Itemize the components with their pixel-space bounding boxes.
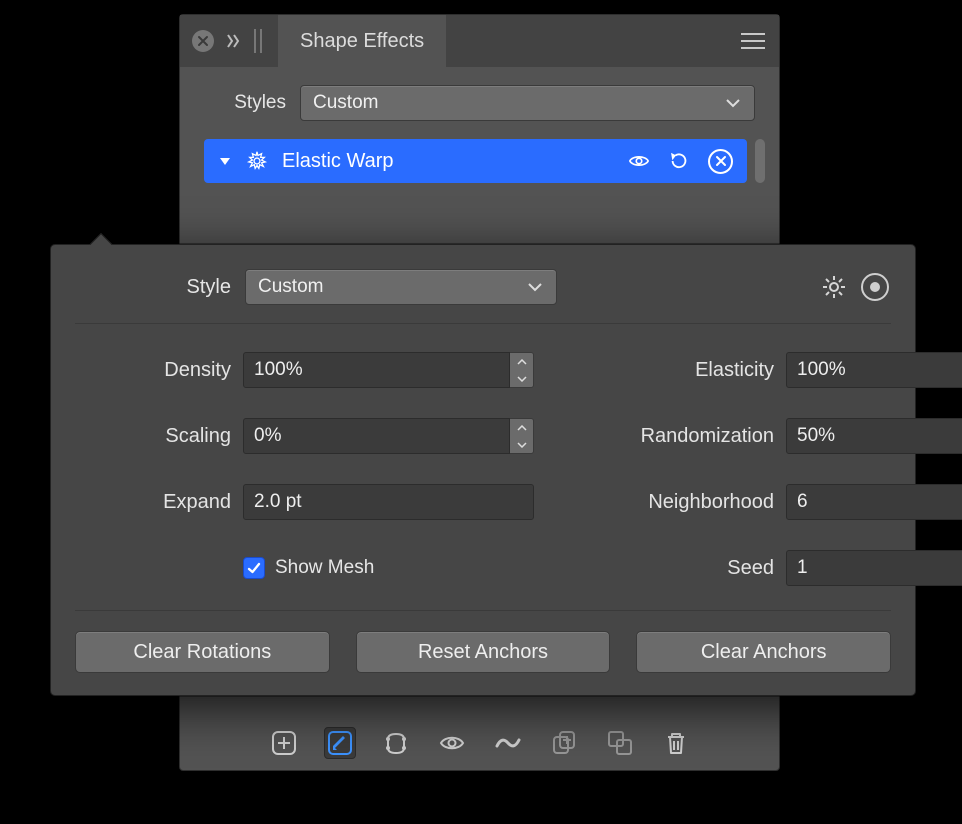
stepper-down-icon[interactable] — [510, 370, 533, 387]
reset-icon[interactable] — [668, 150, 690, 172]
elasticity-input[interactable] — [786, 352, 962, 388]
density-input[interactable] — [243, 352, 510, 388]
close-icon[interactable] — [192, 30, 214, 52]
trash-button[interactable] — [660, 727, 692, 759]
expand-field[interactable] — [243, 484, 534, 520]
popover-top-row: Style Custom — [51, 245, 915, 323]
style-label: Style — [77, 276, 231, 299]
stepper-up-icon[interactable] — [510, 419, 533, 436]
effects-scrollbar[interactable] — [755, 139, 765, 183]
wave-button[interactable] — [492, 727, 524, 759]
visibility-button[interactable] — [436, 727, 468, 759]
styles-label: Styles — [204, 92, 286, 114]
param-elasticity: Elasticity — [624, 352, 962, 388]
style-dropdown[interactable]: Custom — [245, 269, 557, 305]
scaling-stepper[interactable] — [510, 418, 534, 454]
add-effect-button[interactable] — [268, 727, 300, 759]
neighborhood-input[interactable] — [786, 484, 962, 520]
effect-layer-name: Elastic Warp — [282, 150, 614, 173]
param-density: Density — [81, 352, 534, 388]
parameters-grid: Density Elasticity Scaling — [51, 324, 915, 610]
seed-label: Seed — [624, 557, 774, 580]
density-stepper[interactable] — [510, 352, 534, 388]
effect-layer-row[interactable]: Elastic Warp — [204, 139, 747, 183]
disclosure-triangle-icon[interactable] — [218, 154, 232, 168]
remove-circle-icon[interactable] — [708, 149, 733, 174]
neighborhood-label: Neighborhood — [624, 491, 774, 514]
subtract-button[interactable] — [604, 727, 636, 759]
button-label: Clear Rotations — [133, 641, 271, 664]
stepper-up-icon[interactable] — [510, 353, 533, 370]
scaling-label: Scaling — [81, 425, 231, 448]
header-controls — [180, 15, 278, 67]
param-show-mesh: Show Mesh — [81, 550, 534, 586]
header-spacer — [446, 15, 727, 67]
edit-effect-button[interactable] — [324, 727, 356, 759]
chevron-down-icon — [526, 278, 544, 296]
chevron-down-icon — [724, 94, 742, 112]
tab-shape-effects[interactable]: Shape Effects — [278, 15, 446, 67]
menu-icon — [741, 33, 765, 49]
panel-drag-grip-icon[interactable] — [252, 29, 266, 53]
button-label: Clear Anchors — [701, 641, 827, 664]
panel-bottom-toolbar — [180, 716, 779, 770]
scaling-field[interactable] — [243, 418, 534, 454]
popover-buttons: Clear Rotations Reset Anchors Clear Anch… — [51, 611, 915, 673]
seed-field[interactable] — [786, 550, 962, 586]
show-mesh-label: Show Mesh — [275, 557, 374, 579]
clear-rotations-button[interactable]: Clear Rotations — [75, 631, 330, 673]
effect-properties-popover: Style Custom Density Ela — [50, 244, 916, 696]
style-dropdown-value: Custom — [258, 276, 323, 298]
neighborhood-field[interactable] — [786, 484, 962, 520]
styles-dropdown-value: Custom — [313, 92, 378, 114]
reset-anchors-button[interactable]: Reset Anchors — [356, 631, 611, 673]
randomization-label: Randomization — [624, 425, 774, 448]
styles-row: Styles Custom — [180, 67, 779, 135]
elasticity-field[interactable] — [786, 352, 962, 388]
styles-dropdown[interactable]: Custom — [300, 85, 755, 121]
tab-label: Shape Effects — [300, 30, 424, 53]
popover-pointer-icon — [89, 233, 113, 245]
expand-label: Expand — [81, 491, 231, 514]
expand-chevrons-icon[interactable] — [224, 32, 242, 50]
randomization-input[interactable] — [786, 418, 962, 454]
gear-icon[interactable] — [821, 274, 847, 300]
shape-button[interactable] — [380, 727, 412, 759]
stepper-down-icon[interactable] — [510, 436, 533, 453]
elasticity-label: Elasticity — [624, 359, 774, 382]
scaling-input[interactable] — [243, 418, 510, 454]
density-label: Density — [81, 359, 231, 382]
effect-layers-list: Elastic Warp — [180, 135, 779, 191]
expand-input[interactable] — [243, 484, 534, 520]
param-randomization: Randomization — [624, 418, 962, 454]
effect-layer-actions — [628, 149, 733, 174]
panel-header: Shape Effects — [180, 15, 779, 67]
button-label: Reset Anchors — [418, 641, 548, 664]
record-icon[interactable] — [861, 273, 889, 301]
show-mesh-checkbox[interactable] — [243, 557, 265, 579]
density-field[interactable] — [243, 352, 534, 388]
copy-fx-button[interactable] — [548, 727, 580, 759]
seed-input[interactable] — [786, 550, 962, 586]
param-seed: Seed — [624, 550, 962, 586]
clear-anchors-button[interactable]: Clear Anchors — [636, 631, 891, 673]
param-expand: Expand — [81, 484, 534, 520]
param-scaling: Scaling — [81, 418, 534, 454]
randomization-field[interactable] — [786, 418, 962, 454]
effect-star-icon — [246, 150, 268, 172]
param-neighborhood: Neighborhood — [624, 484, 962, 520]
panel-menu-button[interactable] — [727, 15, 779, 67]
eye-icon[interactable] — [628, 150, 650, 172]
